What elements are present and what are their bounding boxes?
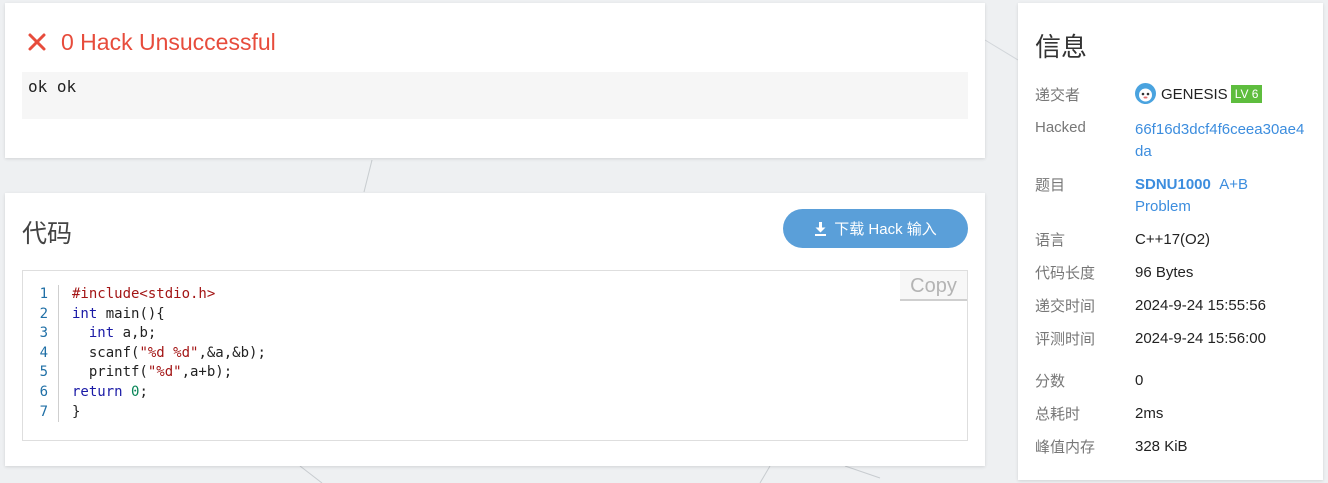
judge-time-value: 2024-9-24 15:56:00 (1135, 330, 1266, 347)
problem-label: 题目 (1035, 177, 1066, 194)
submit-time-label: 递交时间 (1035, 298, 1096, 315)
code-line: 7} (23, 402, 266, 423)
score-value: 0 (1135, 372, 1144, 389)
hack-status: 0 Hack Unsuccessful (27, 29, 276, 56)
close-icon (28, 33, 46, 50)
code-length-label: 代码长度 (1035, 265, 1096, 282)
score-label: 分数 (1035, 373, 1066, 390)
time-value: 2ms (1135, 405, 1164, 422)
line-number: 1 (23, 285, 59, 305)
line-number: 7 (23, 402, 59, 423)
code-line: 6 return 0; (23, 382, 266, 403)
download-hack-input-button[interactable]: 下载 Hack 输入 (783, 209, 968, 248)
code-title: 代码 (22, 220, 73, 248)
code-line: 1 #include<stdio.h> (23, 285, 266, 305)
hack-output: ok ok (22, 72, 968, 119)
line-content: #include<stdio.h> (72, 286, 216, 302)
line-content: int main(){ (72, 305, 165, 322)
submit-time-value: 2024-9-24 15:55:56 (1135, 297, 1266, 314)
line-content: return 0; (72, 383, 148, 400)
submitter-label: 递交者 (1035, 87, 1081, 104)
hack-result-card: 0 Hack Unsuccessful ok ok (5, 3, 985, 158)
line-number: 2 (23, 304, 59, 325)
problem-link[interactable]: SDNU1000 A+B Problem (1135, 174, 1307, 218)
download-button-label: 下载 Hack 输入 (834, 221, 937, 238)
code-line: 3 int a,b; (23, 324, 266, 344)
info-title: 信息 (1035, 32, 1088, 62)
line-content: int a,b; (88, 325, 157, 342)
code-line: 4 scanf("%d %d",&a,&b); (23, 343, 266, 364)
hacked-record-link[interactable]: 66f16d3dcf4f6ceea30ae4da (1135, 119, 1307, 163)
line-content: printf("%d",a+b); (72, 364, 233, 381)
memory-label: 峰值内存 (1035, 439, 1096, 456)
code-lines: 1 #include<stdio.h> 2 int main(){ 3 int a,b;… (23, 285, 266, 423)
level-badge: LV 6 (1230, 85, 1263, 103)
language-label: 语言 (1035, 232, 1066, 249)
copy-button[interactable]: Copy (900, 271, 967, 301)
avatar-icon[interactable] (1135, 82, 1156, 104)
code-line: 2 int main(){ (23, 304, 266, 325)
line-number: 5 (23, 363, 59, 383)
line-number: 3 (23, 324, 59, 344)
judge-time-label: 评测时间 (1035, 331, 1096, 348)
language-value: C++17(O2) (1135, 231, 1211, 248)
submitter-name[interactable]: GENESIS (1161, 86, 1228, 103)
info-panel: 信息 递交者 GENESIS LV 6 Hacked 66f16d3dcf4f6c… (1018, 3, 1323, 480)
time-label: 总耗时 (1035, 406, 1081, 423)
submitter-value: GENESIS LV 6 (1135, 82, 1307, 106)
code-card: 代码 下载 Hack 输入 Copy 1 #include<stdio.h> 2 in… (5, 193, 985, 466)
line-content: scanf("%d %d",&a,&b); (72, 344, 266, 361)
download-icon (815, 221, 827, 236)
line-number: 4 (23, 343, 59, 364)
memory-value: 328 KiB (1135, 438, 1188, 455)
problem-id: SDNU1000 (1135, 176, 1211, 193)
hack-status-text: 0 Hack Unsuccessful (61, 29, 276, 55)
code-viewer[interactable]: Copy 1 #include<stdio.h> 2 int main(){ 3 int… (22, 270, 968, 441)
code-line: 5 printf("%d",a+b); (23, 363, 266, 383)
code-length-value: 96 Bytes (1135, 264, 1194, 281)
line-content: } (72, 403, 81, 420)
hacked-label: Hacked (1035, 119, 1086, 136)
line-number: 6 (23, 382, 59, 403)
